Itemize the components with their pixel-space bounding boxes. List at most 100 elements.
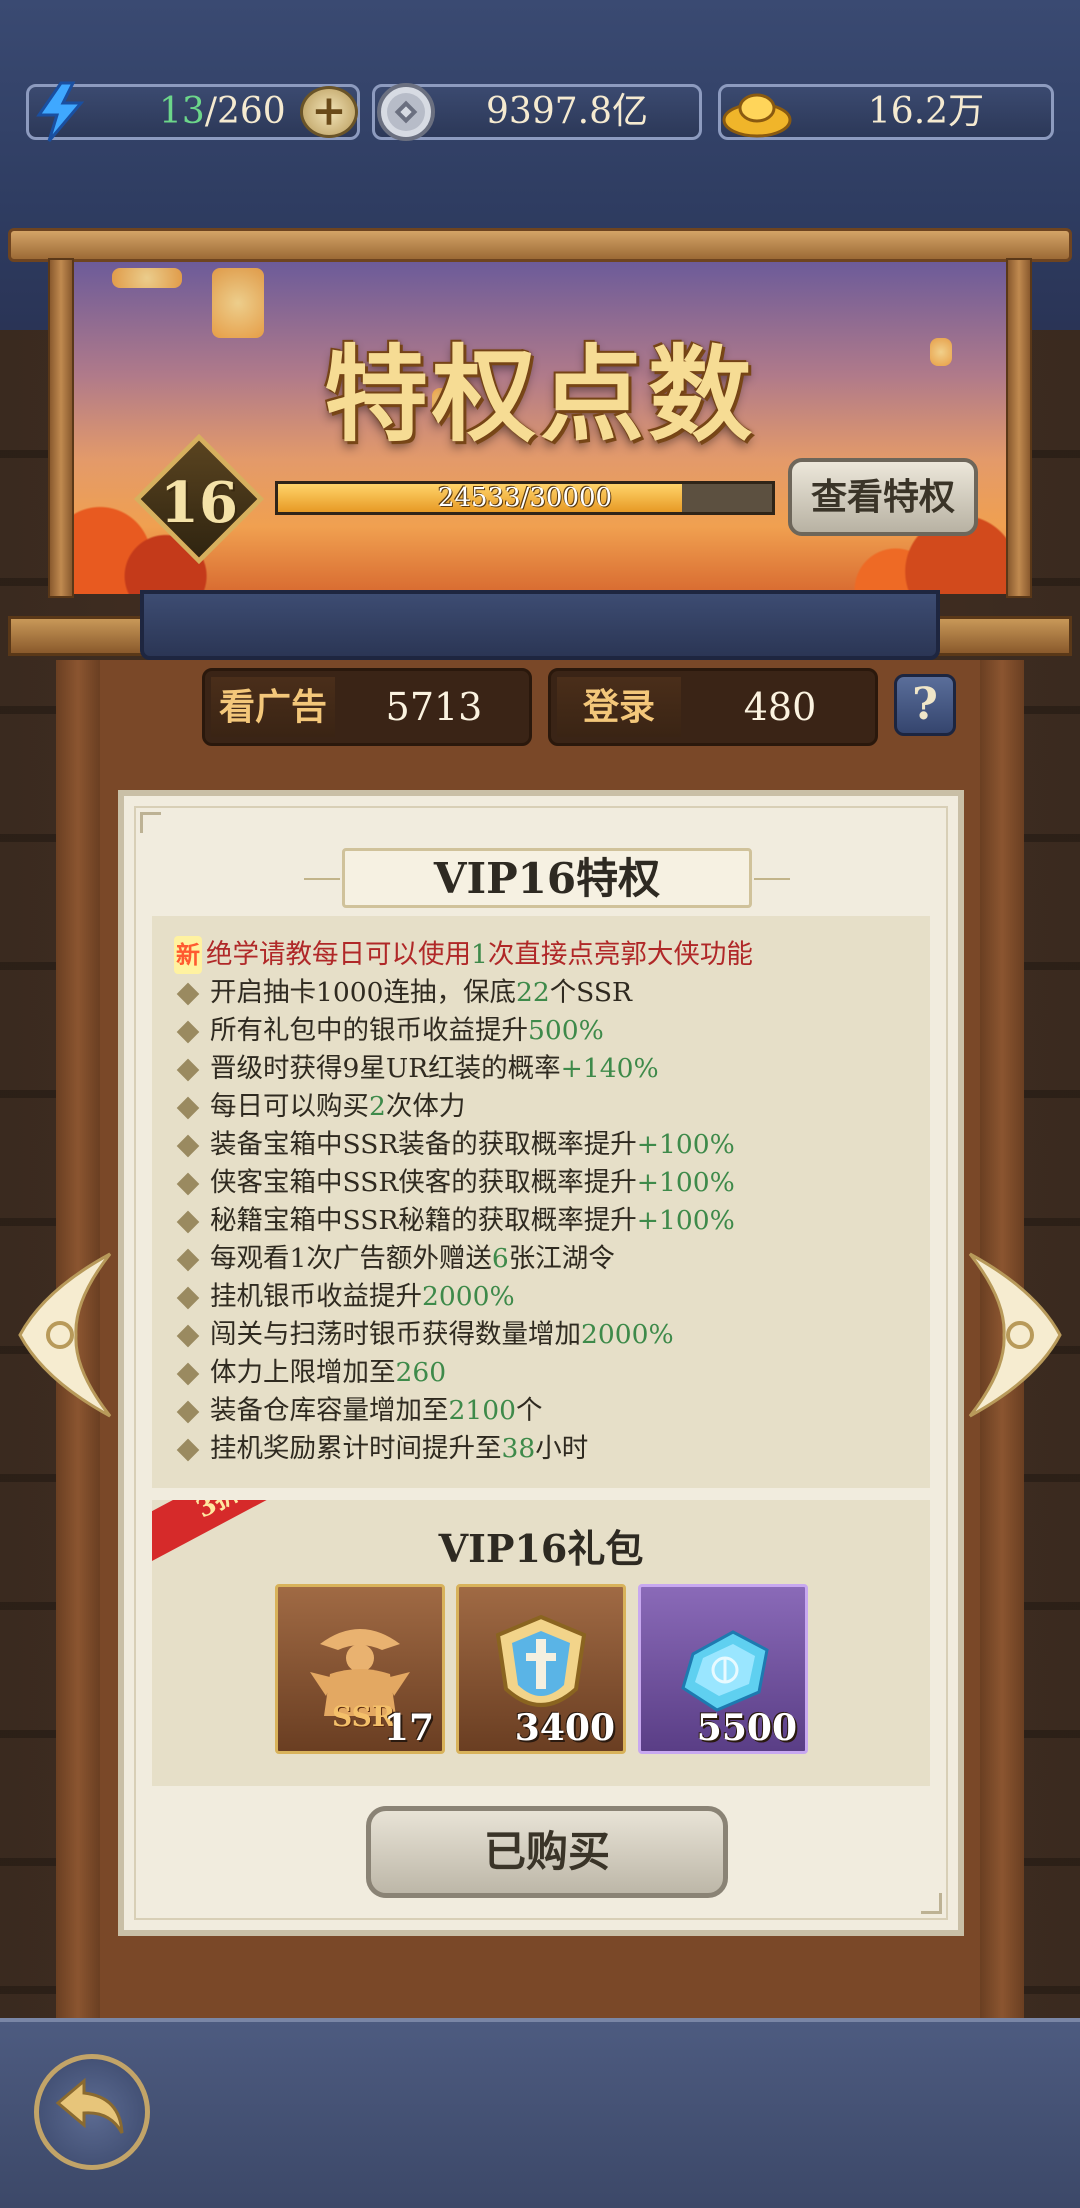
gift-item-equipment[interactable]: 3400 <box>456 1584 626 1754</box>
energy-max: /260 <box>204 91 286 132</box>
perk-item: 每日可以购买2次体力 <box>174 1088 465 1126</box>
privilege-points-title: 特权点数 <box>323 333 756 456</box>
perk-item: 侠客宝箱中SSR侠客的获取概率提升+100% <box>174 1164 735 1202</box>
vip-level-number: 16 <box>160 470 238 536</box>
diamond-bullet-icon <box>176 1172 200 1196</box>
lantern-icon <box>112 268 182 288</box>
banner-valance <box>140 590 940 660</box>
corner-ornament <box>921 1893 942 1914</box>
diamond-bullet-icon <box>176 1438 200 1462</box>
vip-privilege-title: VIP16特权 <box>342 848 752 908</box>
perk-text: 挂机奖励累计时间提升至 <box>210 1433 502 1464</box>
bottom-bar <box>0 2018 1080 2208</box>
energy-value: 13/260 <box>159 87 286 137</box>
gift-item-ssr-hero[interactable]: SSR 17 <box>275 1584 445 1754</box>
diamond-bullet-icon <box>176 1134 200 1158</box>
perk-item: 每观看1次广告额外赠送6张江湖令 <box>174 1240 615 1278</box>
login-label: 登录 <box>557 677 681 737</box>
perk-text: 体力上限增加至 <box>210 1357 396 1388</box>
gift-item-crystal[interactable]: 5500 <box>638 1584 808 1754</box>
banner-post-right <box>1006 258 1032 598</box>
perk-item: 新绝学请教每日可以使用1次直接点亮郭大侠功能 <box>174 936 753 974</box>
item-count: 17 <box>383 1707 434 1749</box>
perk-highlight: 6 <box>491 1243 509 1274</box>
perk-text: 小时 <box>535 1433 589 1464</box>
perk-item: 体力上限增加至260 <box>174 1354 446 1392</box>
add-energy-label: + <box>311 86 347 135</box>
perk-text: 侠客宝箱中SSR侠客的获取概率提升 <box>210 1167 637 1198</box>
diamond-bullet-icon <box>176 1286 200 1310</box>
new-badge: 新 <box>174 936 202 974</box>
perk-text: 个 <box>515 1395 543 1426</box>
back-button[interactable] <box>34 2054 150 2170</box>
perk-item: 装备宝箱中SSR装备的获取概率提升+100% <box>174 1126 735 1164</box>
corner-ornament <box>140 812 161 833</box>
view-privileges-button[interactable]: 查看特权 <box>788 458 978 536</box>
silver-value: 9397.8亿 <box>486 91 648 132</box>
previous-arrow-icon[interactable] <box>14 1250 114 1420</box>
diamond-bullet-icon <box>176 1324 200 1348</box>
perk-text: 闯关与扫荡时银币获得数量增加 <box>210 1319 581 1350</box>
silver-coin-icon <box>374 80 438 144</box>
back-arrow-icon <box>55 2077 124 2134</box>
vip-progress-bar: 24533/30000 <box>275 481 775 515</box>
perk-highlight: +100% <box>636 1205 735 1236</box>
add-energy-button[interactable]: + <box>300 86 358 138</box>
perk-text: 张江湖令 <box>508 1243 615 1274</box>
diamond-bullet-icon <box>176 1362 200 1386</box>
perk-item: 闯关与扫荡时银币获得数量增加2000% <box>174 1316 674 1354</box>
perk-highlight: 2000% <box>581 1319 674 1350</box>
perk-highlight: 38 <box>501 1433 536 1464</box>
perk-text: 开启抽卡1000连抽，保底 <box>210 977 516 1008</box>
perk-highlight: 260 <box>395 1357 447 1388</box>
next-arrow-icon[interactable] <box>966 1250 1066 1420</box>
perk-highlight: +140% <box>560 1053 659 1084</box>
perk-highlight: +100% <box>636 1129 735 1160</box>
progress-text: 24533/30000 <box>437 483 613 513</box>
gold-value: 16.2万 <box>867 91 985 132</box>
login-value: 480 <box>743 685 817 729</box>
perk-highlight: 22 <box>515 977 550 1008</box>
perk-text: 每观看1次广告额外赠送 <box>210 1243 492 1274</box>
ads-label: 看广告 <box>211 677 335 737</box>
perk-text: 装备宝箱中SSR装备的获取概率提升 <box>210 1129 637 1160</box>
perk-text: 秘籍宝箱中SSR秘籍的获取概率提升 <box>210 1205 637 1236</box>
lantern-icon <box>930 338 952 366</box>
diamond-bullet-icon <box>176 982 200 1006</box>
perk-text: 次体力 <box>385 1091 466 1122</box>
perk-item: 晋级时获得9星UR红装的概率+140% <box>174 1050 659 1088</box>
banner-post-left <box>48 258 74 598</box>
perk-list: 新绝学请教每日可以使用1次直接点亮郭大侠功能 开启抽卡1000连抽，保底22个S… <box>152 916 930 1488</box>
perk-item: 所有礼包中的银币收益提升500% <box>174 1012 604 1050</box>
item-count: 5500 <box>696 1707 797 1749</box>
perk-text: 晋级时获得9星UR红装的概率 <box>210 1053 561 1084</box>
help-button[interactable]: ? <box>894 674 956 736</box>
diamond-bullet-icon <box>176 1210 200 1234</box>
diamond-bullet-icon <box>176 1020 200 1044</box>
perk-highlight: 2100 <box>448 1395 516 1426</box>
perk-highlight: 2000% <box>422 1281 515 1312</box>
perk-item: 挂机银币收益提升2000% <box>174 1278 515 1316</box>
energy-current: 13 <box>159 91 205 132</box>
perk-text: 每日可以购买 <box>210 1091 369 1122</box>
perk-text: 装备仓库容量增加至 <box>210 1395 449 1426</box>
gift-pack: 3折 VIP16礼包 SSR 17 3400 5500 <box>152 1500 930 1786</box>
gift-pack-title: VIP16礼包 <box>438 1526 644 1571</box>
perk-text: 绝学请教每日可以使用 <box>206 939 471 970</box>
lantern-icon <box>212 268 264 338</box>
perk-item: 开启抽卡1000连抽，保底22个SSR <box>174 974 632 1012</box>
perk-item: 秘籍宝箱中SSR秘籍的获取概率提升+100% <box>174 1202 735 1240</box>
perk-highlight: 2 <box>369 1091 386 1122</box>
perk-highlight: 1 <box>471 939 488 970</box>
perk-text: 挂机银币收益提升 <box>210 1281 422 1312</box>
diamond-bullet-icon <box>176 1096 200 1120</box>
ads-stat: 看广告 5713 <box>202 668 532 746</box>
perk-text: 次直接点亮郭大侠功能 <box>487 939 753 970</box>
perk-highlight: 500% <box>528 1015 604 1046</box>
login-stat: 登录 480 <box>548 668 878 746</box>
vip-panel: VIP16特权 新绝学请教每日可以使用1次直接点亮郭大侠功能 开启抽卡1000连… <box>118 790 964 1936</box>
diamond-bullet-icon <box>176 1400 200 1424</box>
perk-item: 挂机奖励累计时间提升至38小时 <box>174 1430 588 1468</box>
purchased-button[interactable]: 已购买 <box>366 1806 728 1898</box>
perk-text: 个SSR <box>549 977 632 1008</box>
